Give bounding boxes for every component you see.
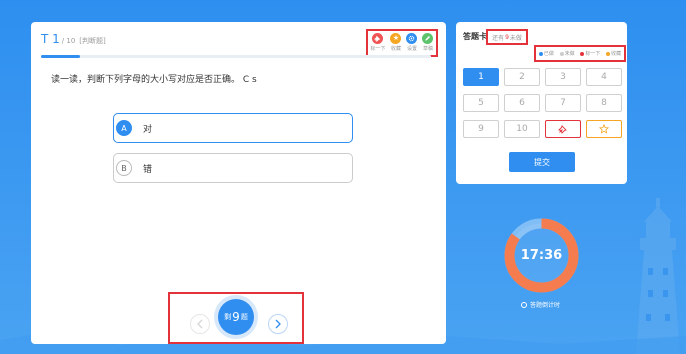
question-cell-5[interactable]: 5: [463, 94, 499, 112]
timer-time: 17:36: [520, 248, 563, 263]
option-a-letter: A: [116, 120, 132, 136]
legend-unanswered-label: 未做: [564, 51, 575, 57]
favorite-button[interactable]: ★ 收藏: [390, 33, 402, 52]
legend-answered: 已做: [538, 50, 554, 57]
option-a[interactable]: A 对: [113, 113, 353, 143]
question-cell-2[interactable]: 2: [504, 68, 540, 86]
question-cell-7[interactable]: 7: [545, 94, 581, 112]
gear-icon: [406, 33, 418, 44]
draft-label: 草稿: [422, 46, 433, 52]
next-button[interactable]: [268, 314, 288, 334]
unanswered-number: 9: [505, 33, 509, 41]
remaining-count: 9: [232, 310, 240, 324]
answer-legend: 已做 未做 标一下 收藏: [534, 45, 626, 62]
dot-icon: [559, 51, 564, 56]
remaining-prefix: 剩: [224, 313, 232, 321]
question-cell-6[interactable]: 6: [504, 94, 540, 112]
question-toolbar: 标一下 ★ 收藏 设置 草稿: [366, 29, 438, 57]
question-cell-3[interactable]: 3: [545, 68, 581, 86]
question-grid: 1 2 3 4 5 6 7 8 9 10: [463, 68, 622, 138]
timer-label: 答题倒计时: [530, 302, 561, 309]
pin-icon: [372, 33, 384, 44]
dot-icon: [580, 51, 585, 56]
question-navigation: 剩9题: [168, 292, 304, 344]
question-panel: T 1/ 10 [判断题] 标一下 ★ 收藏 设置 草稿 读一读，判断下列字母的…: [31, 22, 446, 344]
question-type: [判断题]: [79, 37, 106, 45]
favorite-filter-cell[interactable]: [586, 120, 622, 138]
mark-label: 标一下: [370, 46, 386, 52]
chevron-left-icon: [197, 319, 203, 329]
pin-icon: [558, 125, 567, 134]
question-text: 读一读，判断下列字母的大小写对应是否正确。 C s: [51, 75, 257, 85]
progress-bar: [41, 55, 431, 58]
option-b-letter: B: [116, 160, 132, 176]
dot-icon: [606, 51, 611, 56]
star-icon: [599, 124, 609, 134]
question-header: T 1/ 10 [判断题]: [41, 32, 106, 46]
unanswered-prefix: 还有: [492, 34, 505, 42]
mark-button[interactable]: 标一下: [370, 33, 386, 52]
clock-icon: [521, 301, 527, 308]
settings-label: 设置: [406, 46, 417, 52]
legend-answered-label: 已做: [543, 51, 554, 57]
legend-marked: 标一下: [580, 50, 600, 57]
answer-card: 答题卡 还有 9 未做 已做 未做 标一下 收藏 1 2 3 4 5 6 7 8 9…: [456, 22, 627, 184]
question-cell-10[interactable]: 10: [504, 120, 540, 138]
question-cell-9[interactable]: 9: [463, 120, 499, 138]
option-b[interactable]: B 错: [113, 153, 353, 183]
draft-button[interactable]: 草稿: [422, 33, 434, 52]
dot-icon: [538, 51, 543, 56]
previous-button[interactable]: [190, 314, 210, 334]
favorite-label: 收藏: [390, 46, 401, 52]
star-icon: ★: [390, 33, 402, 44]
settings-button[interactable]: 设置: [406, 33, 418, 52]
timer-caption: 答题倒计时: [521, 300, 560, 309]
submit-button[interactable]: 提交: [509, 152, 575, 172]
question-cell-8[interactable]: 8: [586, 94, 622, 112]
pencil-icon: [422, 33, 434, 44]
answer-card-title: 答题卡: [463, 32, 487, 41]
progress-fill: [41, 55, 80, 58]
question-cell-1[interactable]: 1: [463, 68, 499, 86]
legend-favorite-label: 收藏: [611, 51, 622, 57]
chevron-right-icon: [275, 319, 281, 329]
marked-filter-cell[interactable]: [545, 120, 581, 138]
legend-unanswered: 未做: [559, 50, 575, 57]
question-number: T 1: [41, 32, 60, 46]
question-total: / 10: [61, 37, 76, 45]
unanswered-suffix: 未做: [509, 34, 522, 42]
remaining-suffix: 题: [240, 313, 248, 321]
remaining-counter: 剩9题: [218, 299, 254, 335]
option-b-text: 错: [143, 164, 153, 175]
question-cell-4[interactable]: 4: [586, 68, 622, 86]
legend-favorite: 收藏: [606, 50, 621, 57]
legend-marked-label: 标一下: [585, 51, 601, 57]
unanswered-count: 还有 9 未做: [486, 29, 528, 45]
option-a-text: 对: [143, 124, 153, 135]
